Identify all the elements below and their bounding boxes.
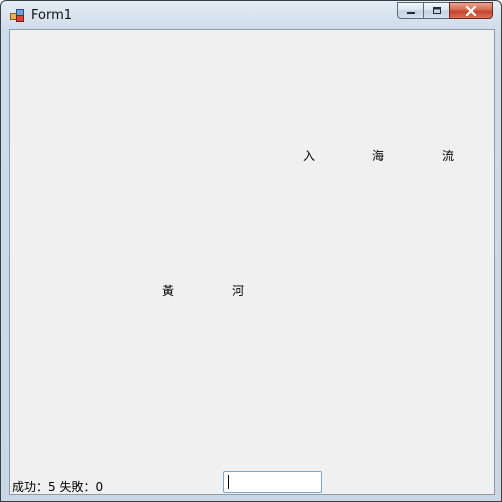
falling-char-label: 河 <box>232 284 245 298</box>
falling-char-label: 流 <box>442 149 455 163</box>
falling-char-label: 入 <box>303 149 316 163</box>
fail-count: 失敗：0 <box>59 480 104 494</box>
maximize-button[interactable] <box>423 2 449 19</box>
success-count: 成功：5 <box>12 480 56 494</box>
app-icon <box>10 9 24 22</box>
form1-window: Form1 入 海 流 黃 河 成功：5 失敗：0 <box>0 0 502 502</box>
close-button[interactable] <box>449 2 493 19</box>
maximize-icon <box>432 7 441 14</box>
window-controls <box>397 2 493 20</box>
score-status: 成功：5 失敗：0 <box>12 478 103 495</box>
minimize-icon <box>406 11 415 14</box>
falling-char-label: 海 <box>372 149 385 163</box>
title-bar[interactable]: Form1 <box>1 1 501 29</box>
answer-input[interactable] <box>223 471 322 493</box>
close-icon <box>465 5 477 16</box>
falling-char-label: 黃 <box>162 284 175 298</box>
text-caret <box>228 475 229 489</box>
form-client-area: 入 海 流 黃 河 成功：5 失敗：0 <box>9 29 495 495</box>
minimize-button[interactable] <box>397 2 423 19</box>
window-title: Form1 <box>31 8 73 23</box>
